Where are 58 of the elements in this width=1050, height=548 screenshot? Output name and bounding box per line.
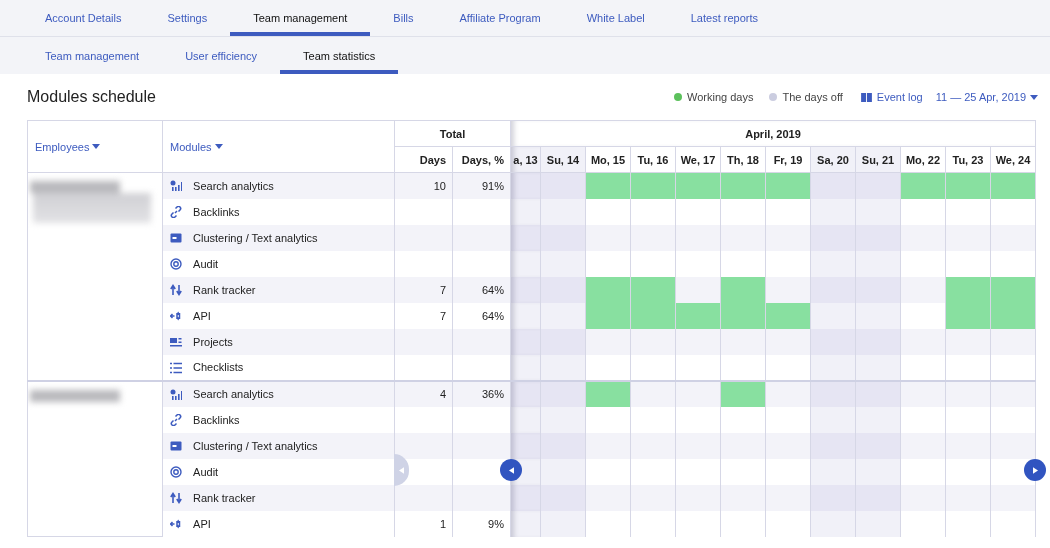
module-name: Rank tracker [193,492,256,505]
module-name: Clustering / Text analytics [193,440,318,453]
target-icon [170,258,182,271]
caret-icon [508,466,514,474]
module-name: Search analytics [193,180,274,193]
sub-tab[interactable]: Team management [22,37,163,74]
arrows-icon [170,310,182,323]
nav-tab[interactable]: Latest reports [667,0,781,36]
up-down-arrows-icon [170,492,182,505]
table-cell: 4 [394,380,453,407]
event-log-link[interactable]: Event log [876,91,923,103]
window-icon [170,232,182,245]
legend-label: The days off [782,91,843,103]
module-name: Projects [193,336,233,349]
nav-tab[interactable]: Account Details [22,0,145,36]
legend-label: Working days [687,91,754,103]
caret-icon [1032,466,1038,474]
arrows-icon [170,518,182,531]
table-cell: 36% [452,380,511,407]
link-icon [170,206,182,219]
module-name: Backlinks [193,206,240,219]
column-header: Days [394,146,453,173]
chart-icon [170,180,182,193]
page-title: Modules schedule [27,88,156,106]
column-header: Days, % [452,146,511,173]
column-header: April, 2019 [510,120,1036,147]
module-name: Checklists [193,361,244,374]
nav-tab[interactable]: Bills [370,0,437,36]
caret-icon [399,466,404,474]
nav-tab[interactable]: Affiliate Program [436,0,564,36]
scroll-right-button[interactable] [1024,459,1046,481]
sub-tab[interactable]: Team statistics [280,37,399,74]
up-down-arrows-icon [170,284,182,297]
module-name: API [193,518,211,531]
modules-dropdown[interactable]: Modules [170,140,223,153]
column-header: Total [394,120,511,147]
chart-icon [170,388,182,401]
board-icon [170,336,182,349]
list-icon [170,361,182,374]
nav-tab[interactable]: White Label [563,0,668,36]
link-icon [170,414,182,427]
module-name: Audit [193,258,219,271]
module-name: Rank tracker [193,284,256,297]
module-name: API [193,310,211,323]
date-range-dropdown[interactable]: 11 — 25 Apr, 2019 [935,91,1038,103]
employees-dropdown[interactable]: Employees [35,140,101,153]
window-icon [170,440,182,453]
module-name: Clustering / Text analytics [193,232,318,245]
nav-tab[interactable]: Settings [144,0,231,36]
book-icon [860,92,872,102]
target-icon [170,466,182,479]
caret-icon [92,144,101,149]
module-name: Backlinks [193,414,240,427]
caret-icon [214,144,223,149]
sub-tab[interactable]: User efficiency [162,37,281,74]
module-name: Audit [193,466,219,479]
caret-icon [1030,94,1038,100]
module-name: Search analytics [193,388,274,401]
